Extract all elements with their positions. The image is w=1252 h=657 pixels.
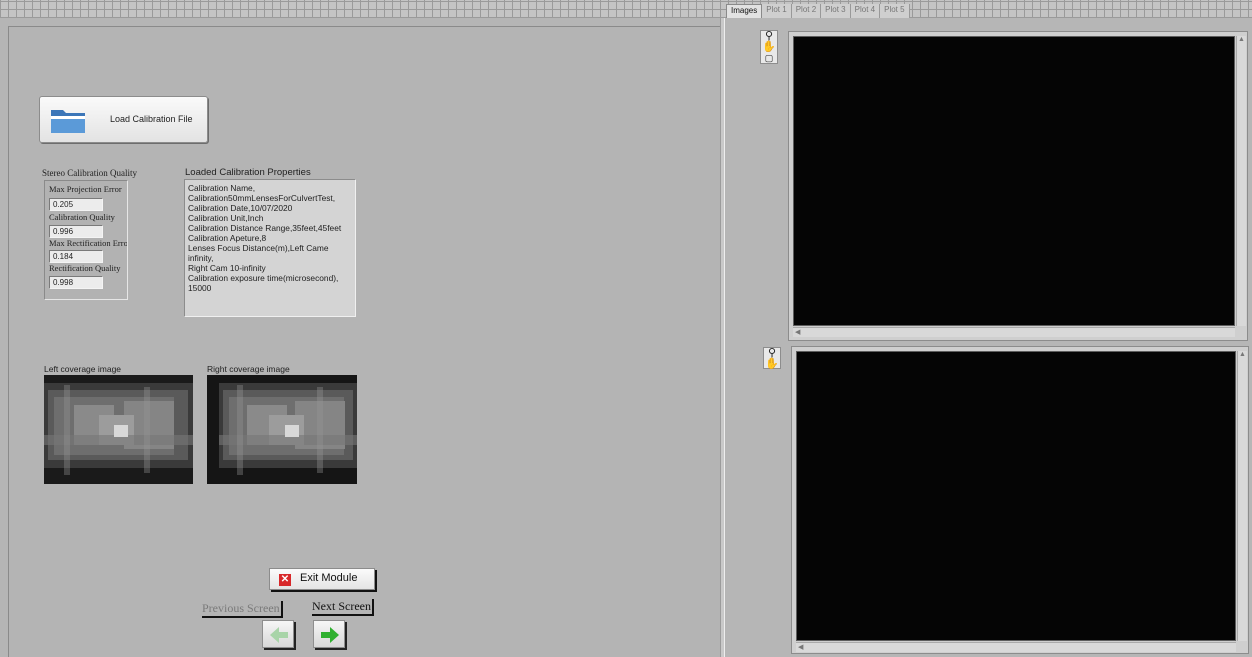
quality-title: Stereo Calibration Quality — [42, 168, 137, 178]
max-projection-error-label: Max Projection Error — [49, 184, 122, 194]
rectification-quality-value[interactable]: 0.998 — [49, 276, 103, 289]
left-coverage-label: Left coverage image — [44, 364, 122, 374]
scroll-up-icon[interactable]: ▲ — [1237, 36, 1246, 43]
forward-arrow-icon — [321, 627, 339, 643]
tab-plot-2[interactable]: Plot 2 — [791, 4, 822, 18]
pane-splitter[interactable] — [720, 18, 725, 657]
quality-cluster: Max Projection Error 0.205 Calibration Q… — [44, 180, 128, 300]
property-line: Lenses Focus Distance(m),Left Came infin… — [188, 243, 329, 263]
top-image-display[interactable] — [793, 36, 1235, 326]
pan-hand-icon[interactable]: ✋ — [761, 42, 777, 53]
bottom-image-display[interactable] — [796, 351, 1236, 641]
close-icon: ✕ — [279, 574, 291, 586]
property-line: Right Cam 10-infinity — [188, 263, 266, 273]
bottom-image-frame: ▲ ◀ — [791, 346, 1249, 654]
previous-screen-label: Previous Screen — [202, 601, 283, 618]
previous-screen-button[interactable] — [262, 620, 294, 648]
properties-text[interactable]: Calibration Name, Calibration50mmLensesF… — [184, 179, 356, 317]
calibration-quality-value[interactable]: 0.996 — [49, 225, 103, 238]
right-coverage-label: Right coverage image — [207, 364, 290, 374]
load-calibration-label: Load Calibration File — [110, 114, 193, 124]
property-line: Calibration Distance Range,35feet,45feet — [188, 223, 342, 233]
rectification-quality-label: Rectification Quality — [49, 263, 121, 273]
max-rectification-error-label: Max Rectification Error — [49, 238, 127, 248]
load-calibration-button[interactable]: Load Calibration File — [39, 96, 208, 143]
exit-module-label: Exit Module — [300, 572, 358, 584]
top-display-tools: ⚲ ✋ ▢ — [760, 30, 778, 64]
folder-icon — [51, 110, 85, 133]
next-screen-button[interactable] — [313, 620, 345, 648]
exit-module-button[interactable]: ✕ Exit Module — [269, 568, 375, 590]
property-line: Calibration exposure time(microsecond), — [188, 273, 339, 283]
max-rectification-error-value[interactable]: 0.184 — [49, 250, 103, 263]
properties-title: Loaded Calibration Properties — [185, 167, 311, 178]
property-line: Calibration Unit,Inch — [188, 213, 264, 223]
property-line: 15000 — [188, 283, 212, 293]
property-line: Calibration Date,10/07/2020 — [188, 203, 293, 213]
tab-bar: Images Plot 1 Plot 2 Plot 3 Plot 4 Plot … — [726, 4, 910, 18]
tab-plot-1[interactable]: Plot 1 — [762, 4, 792, 18]
bottom-display-tools: ⚲ ✋ — [763, 347, 781, 370]
calibration-quality-label: Calibration Quality — [49, 212, 115, 222]
top-image-frame: ▲ ◀ — [788, 31, 1248, 341]
tab-plot-3[interactable]: Plot 3 — [821, 4, 851, 18]
max-projection-error-value[interactable]: 0.205 — [49, 198, 103, 211]
property-line: Calibration50mmLensesForCulvertTest, — [188, 193, 336, 203]
top-horizontal-scrollbar[interactable]: ◀ — [793, 327, 1235, 337]
bottom-vertical-scrollbar[interactable]: ▲ — [1237, 351, 1247, 641]
bottom-horizontal-scrollbar[interactable]: ◀ — [796, 642, 1236, 652]
left-coverage-image — [44, 375, 193, 484]
tab-plot-5[interactable]: Plot 5 — [880, 4, 910, 18]
scroll-left-icon[interactable]: ◀ — [796, 643, 1236, 651]
scroll-left-icon[interactable]: ◀ — [793, 328, 1235, 336]
back-arrow-icon — [270, 627, 288, 643]
select-icon[interactable]: ▢ — [761, 53, 777, 64]
top-vertical-scrollbar[interactable]: ▲ — [1236, 36, 1246, 326]
pan-hand-icon[interactable]: ✋ — [764, 359, 780, 370]
property-line: Calibration Name, — [188, 183, 256, 193]
next-screen-label: Next Screen — [312, 599, 374, 616]
tab-images[interactable]: Images — [726, 4, 763, 18]
property-line: Calibration Apeture,8 — [188, 233, 267, 243]
right-coverage-image — [207, 375, 357, 484]
scroll-up-icon[interactable]: ▲ — [1238, 351, 1247, 358]
top-tab-strip — [0, 0, 1252, 18]
tab-plot-4[interactable]: Plot 4 — [850, 4, 881, 18]
